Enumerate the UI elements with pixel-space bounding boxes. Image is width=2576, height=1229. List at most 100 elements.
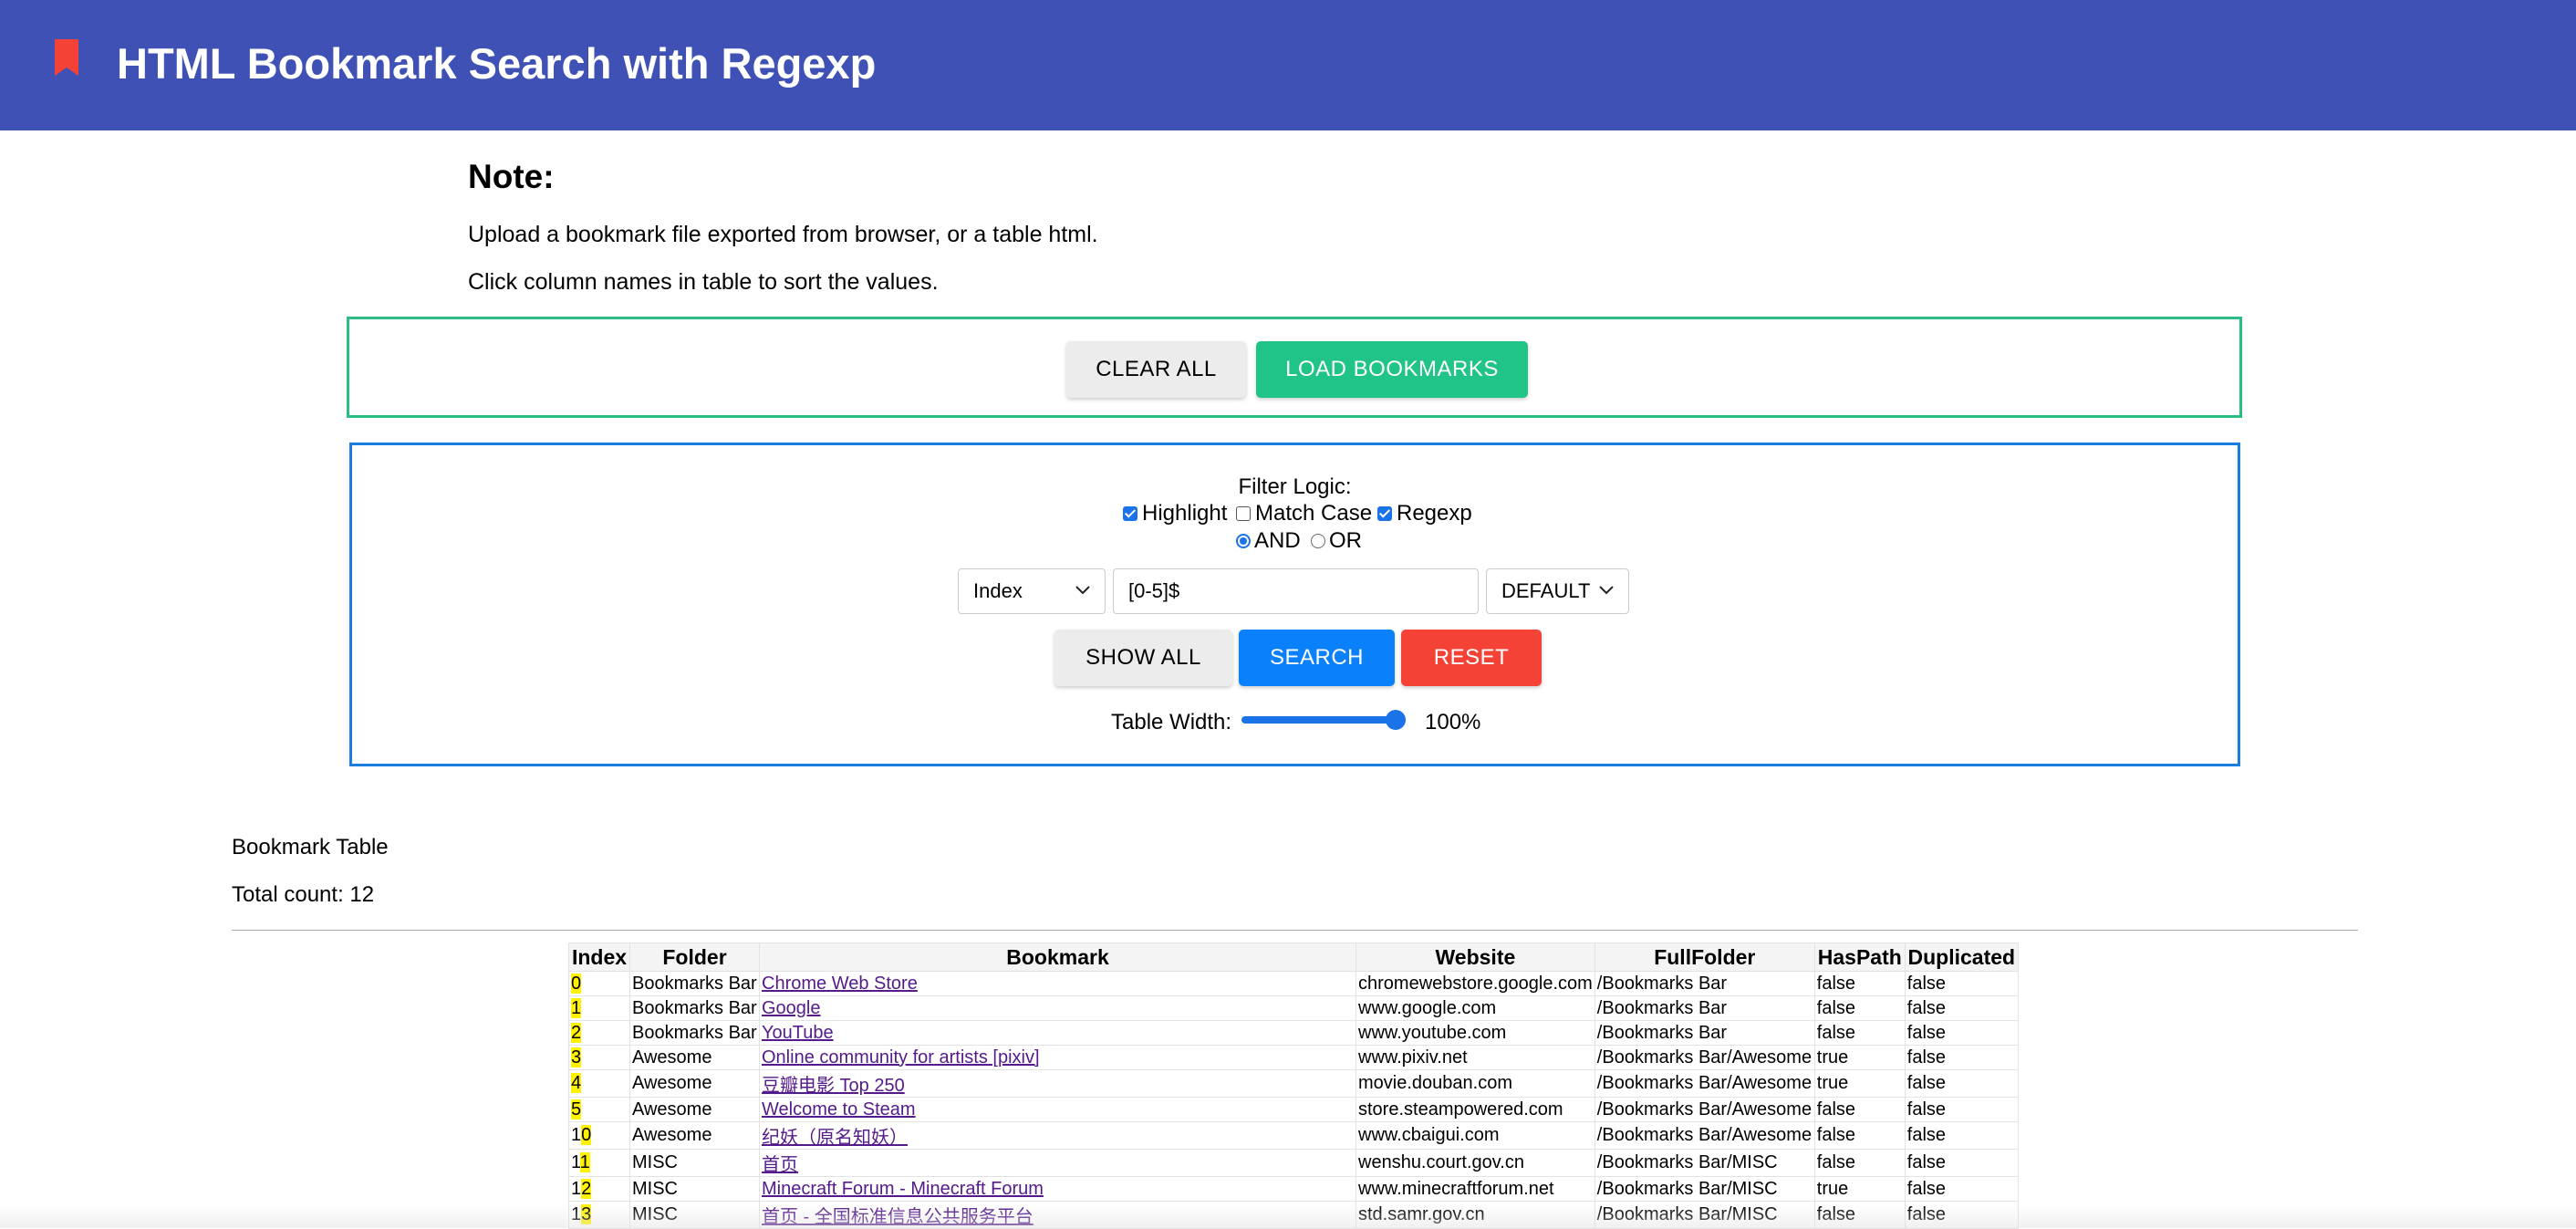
- cell-duplicated: false: [1904, 1097, 2019, 1122]
- column-header-index[interactable]: Index: [568, 943, 630, 972]
- chevron-down-icon: [1599, 586, 1614, 595]
- total-count: Total count: 12: [232, 882, 375, 907]
- cell-duplicated: false: [1904, 995, 2019, 1021]
- cell-folder: Awesome: [629, 1121, 760, 1150]
- highlight-option[interactable]: Highlight: [1123, 501, 1227, 526]
- bookmark-link[interactable]: 纪妖（原名知妖）: [762, 1128, 908, 1148]
- cell-bookmark: Online community for artists [pixiv]: [759, 1045, 1356, 1070]
- cell-duplicated: false: [1904, 1176, 2019, 1202]
- show-all-button[interactable]: SHOW ALL: [1054, 630, 1232, 686]
- bookmark-link[interactable]: Online community for artists [pixiv]: [762, 1047, 1040, 1068]
- cell-index: 12: [568, 1176, 630, 1202]
- cell-index: 2: [568, 1020, 630, 1046]
- pattern-input[interactable]: [0-5]$: [1113, 568, 1479, 614]
- filter-logic-label: Filter Logic:: [1238, 474, 1352, 499]
- note-heading: Note:: [468, 158, 555, 195]
- bookmark-link[interactable]: Welcome to Steam: [762, 1099, 916, 1120]
- table-row: 12 MISC Minecraft Forum - Minecraft Forum w…: [568, 1176, 2019, 1202]
- table-row: 1 Bookmarks Bar Google www.google.com/Bookm…: [568, 995, 2019, 1021]
- cell-website: www.google.com: [1356, 995, 1595, 1021]
- chevron-down-icon: [1075, 586, 1090, 595]
- cell-bookmark: 豆瓣电影 Top 250: [759, 1069, 1356, 1098]
- mode-select[interactable]: DEFAULT: [1486, 568, 1629, 614]
- cell-fullfolder: /Bookmarks Bar: [1594, 995, 1815, 1021]
- filter-panel: Filter Logic: Highlight Match Case Regex…: [349, 443, 2240, 766]
- cell-haspath: true: [1813, 1045, 1906, 1070]
- match-case-checkbox[interactable]: [1236, 506, 1251, 521]
- cell-bookmark: Minecraft Forum - Minecraft Forum: [759, 1176, 1356, 1202]
- table-row: 4 Awesome 豆瓣电影 Top 250 movie.douban.com/Boo…: [568, 1069, 2019, 1098]
- regexp-checkbox[interactable]: [1377, 506, 1392, 521]
- bookmark-link[interactable]: Minecraft Forum - Minecraft Forum: [762, 1179, 1044, 1199]
- table-row: 2 Bookmarks Bar YouTube www.youtube.com/Boo…: [568, 1020, 2019, 1046]
- cell-duplicated: false: [1904, 971, 2019, 996]
- column-select[interactable]: Index: [958, 568, 1106, 614]
- cell-duplicated: false: [1904, 1069, 2019, 1098]
- table-width-label: Table Width:: [1111, 710, 1232, 734]
- cell-fullfolder: /Bookmarks Bar/MISC: [1594, 1176, 1815, 1202]
- or-option[interactable]: OR: [1311, 528, 1362, 554]
- mode-select-value: DEFAULT: [1501, 579, 1591, 602]
- clear-all-button[interactable]: CLEAR ALL: [1066, 341, 1246, 398]
- cell-folder: Bookmarks Bar: [629, 1020, 760, 1046]
- table-title: Bookmark Table: [232, 835, 389, 859]
- cell-folder: Awesome: [629, 1097, 760, 1122]
- table-row: 3 Awesome Online community for artists [pi…: [568, 1045, 2019, 1070]
- index-match-highlight: 5: [571, 1099, 582, 1120]
- cell-haspath: false: [1813, 1149, 1906, 1177]
- cell-folder: Awesome: [629, 1045, 760, 1070]
- cell-website: www.cbaigui.com: [1356, 1121, 1595, 1150]
- bookmark-link[interactable]: 首页: [762, 1155, 798, 1175]
- cell-fullfolder: /Bookmarks Bar/MISC: [1594, 1149, 1815, 1177]
- cell-folder: Awesome: [629, 1069, 760, 1098]
- cell-duplicated: false: [1904, 1121, 2019, 1150]
- table-row: 0 Bookmarks Bar Chrome Web Store chromewebs…: [568, 971, 2019, 996]
- cell-fullfolder: /Bookmarks Bar/Awesome: [1594, 1097, 1815, 1122]
- or-radio[interactable]: [1311, 534, 1325, 548]
- column-header-duplicated[interactable]: Duplicated: [1904, 943, 2019, 972]
- cell-bookmark: Welcome to Steam: [759, 1097, 1356, 1122]
- table-row: 10 Awesome 纪妖（原名知妖） www.cbaigui.com/Bookmar…: [568, 1121, 2019, 1150]
- table-row: 5 Awesome Welcome to Steam store.steampower…: [568, 1097, 2019, 1122]
- note-section: Note: Upload a bookmark file exported fr…: [468, 155, 2110, 295]
- cell-fullfolder: /Bookmarks Bar/Awesome: [1594, 1045, 1815, 1070]
- column-header-bookmark[interactable]: Bookmark: [759, 943, 1356, 972]
- and-radio[interactable]: [1236, 534, 1251, 548]
- bookmark-link[interactable]: 豆瓣电影 Top 250: [762, 1076, 905, 1096]
- cell-haspath: false: [1813, 1020, 1906, 1046]
- cell-haspath: true: [1813, 1069, 1906, 1098]
- load-panel: CLEAR ALL LOAD BOOKMARKS: [347, 317, 2242, 418]
- column-header-website[interactable]: Website: [1356, 943, 1595, 972]
- and-option[interactable]: AND: [1236, 528, 1301, 554]
- cell-website: www.minecraftforum.net: [1356, 1176, 1595, 1202]
- bookmark-link[interactable]: Google: [762, 998, 821, 1018]
- table-header-row: Index Folder Bookmark Website FullFolder…: [568, 943, 2019, 972]
- slider-thumb[interactable]: [1386, 710, 1406, 730]
- bookmark-link[interactable]: Chrome Web Store: [762, 974, 918, 994]
- column-header-haspath[interactable]: HasPath: [1813, 943, 1906, 972]
- note-line-sort: Click column names in table to sort the …: [468, 269, 939, 295]
- index-match-highlight: 2: [581, 1178, 592, 1199]
- app-header: HTML Bookmark Search with Regexp: [0, 0, 2576, 130]
- cell-index: 5: [568, 1097, 630, 1122]
- cell-website: store.steampowered.com: [1356, 1097, 1595, 1122]
- regexp-option[interactable]: Regexp: [1377, 501, 1472, 526]
- cell-website: chromewebstore.google.com: [1356, 971, 1595, 996]
- cell-haspath: true: [1813, 1176, 1906, 1202]
- table-width-slider[interactable]: [1241, 705, 1406, 733]
- index-match-highlight: 0: [581, 1125, 592, 1145]
- column-header-folder[interactable]: Folder: [629, 943, 760, 972]
- table-row: 11 MISC 首页 wenshu.court.gov.cn/Bookmarks Ba…: [568, 1149, 2019, 1177]
- load-bookmarks-button[interactable]: LOAD BOOKMARKS: [1256, 341, 1528, 398]
- search-button[interactable]: SEARCH: [1239, 630, 1395, 686]
- bookmark-link[interactable]: YouTube: [762, 1023, 834, 1043]
- column-header-fullfolder[interactable]: FullFolder: [1594, 943, 1815, 972]
- reset-button[interactable]: RESET: [1401, 630, 1542, 686]
- match-case-option[interactable]: Match Case: [1236, 501, 1372, 526]
- cell-duplicated: false: [1904, 1045, 2019, 1070]
- match-case-label: Match Case: [1255, 501, 1373, 526]
- cell-bookmark: YouTube: [759, 1020, 1356, 1046]
- cell-duplicated: false: [1904, 1020, 2019, 1046]
- highlight-checkbox[interactable]: [1123, 506, 1137, 521]
- index-match-highlight: 4: [571, 1073, 582, 1093]
